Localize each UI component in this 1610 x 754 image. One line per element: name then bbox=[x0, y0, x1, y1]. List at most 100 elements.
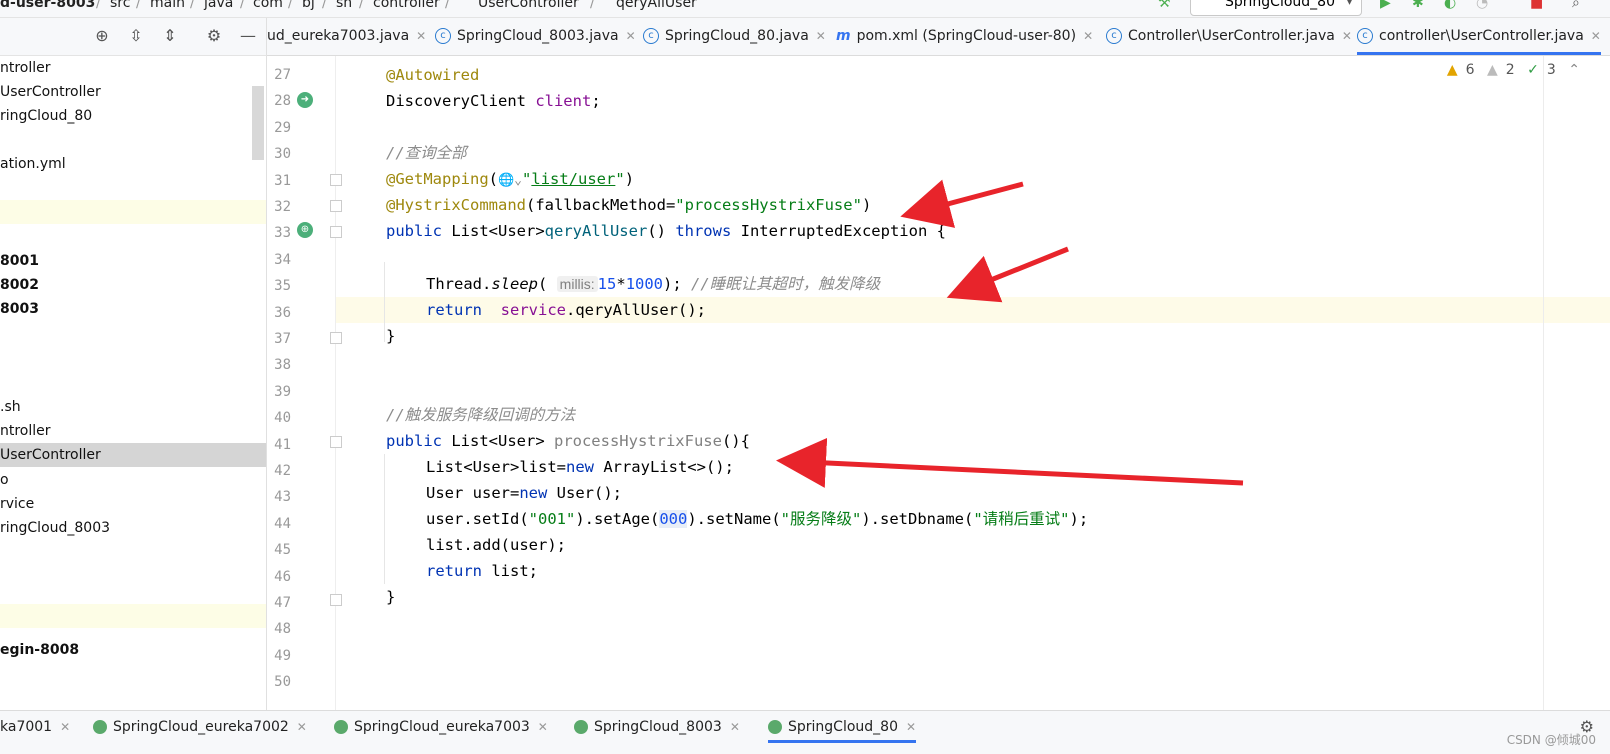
tree-item[interactable]: ringCloud_8003 bbox=[0, 516, 266, 540]
stop-icon[interactable]: ■ bbox=[1530, 0, 1543, 11]
breadcrumb-separator: / bbox=[96, 0, 101, 11]
code-line-35: Thread.sleep( millis: 15*1000); //睡眠让其超时，… bbox=[426, 275, 881, 293]
tab-eureka7003[interactable]: ud_eureka7003.java ✕ bbox=[267, 18, 426, 55]
close-icon[interactable]: ✕ bbox=[1591, 29, 1601, 43]
tree-scrollbar[interactable] bbox=[252, 86, 264, 160]
tree-item[interactable]: ntroller bbox=[0, 56, 266, 80]
expand-all-icon[interactable]: ⇳ bbox=[126, 26, 146, 46]
breadcrumb-separator: / bbox=[190, 0, 195, 11]
tree-item[interactable]: rvice bbox=[0, 492, 266, 516]
line-number: 46 bbox=[274, 568, 291, 585]
tree-item[interactable]: UserController bbox=[0, 80, 266, 104]
close-icon[interactable]: ✕ bbox=[1083, 29, 1093, 43]
close-icon[interactable]: ✕ bbox=[626, 29, 636, 43]
run-config-select[interactable]: SpringCloud_80 ▾ bbox=[1190, 0, 1362, 16]
line-number: 48 bbox=[274, 621, 291, 638]
breadcrumb-separator: / bbox=[240, 0, 245, 11]
tree-item[interactable]: .sh bbox=[0, 395, 266, 419]
globe-icon: 🌐⌄ bbox=[498, 173, 523, 188]
tree-item[interactable]: egin-8008 bbox=[0, 638, 266, 662]
debug-icon[interactable]: ✱ bbox=[1412, 0, 1424, 11]
hide-icon[interactable]: — bbox=[238, 26, 258, 46]
tab-controller-user-controller[interactable]: c Controller\UserController.java ✕ bbox=[1106, 18, 1352, 55]
tree-item[interactable]: ntroller bbox=[0, 419, 266, 443]
tree-item[interactable]: ringCloud_80 bbox=[0, 104, 266, 128]
tree-item[interactable]: 8001 bbox=[0, 249, 266, 273]
profile-icon[interactable]: ◔ bbox=[1476, 0, 1488, 11]
tab-pom[interactable]: m pom.xml (SpringCloud-user-80) ✕ bbox=[836, 18, 1093, 55]
run-config-label: SpringCloud_80 bbox=[1225, 0, 1335, 10]
tree-item-selected[interactable]: UserController bbox=[0, 443, 266, 467]
run-tab-eureka7002[interactable]: SpringCloud_eureka7002 ✕ bbox=[93, 711, 307, 743]
project-tree: ntroller UserController ringCloud_80 ati… bbox=[0, 56, 267, 710]
coverage-icon[interactable]: ◐ bbox=[1444, 0, 1456, 11]
breadcrumb-separator: / bbox=[136, 0, 141, 11]
tab-springcloud-80[interactable]: c SpringCloud_80.java ✕ bbox=[643, 18, 826, 55]
java-class-icon: c bbox=[1106, 28, 1122, 44]
endpoint-navigate-icon[interactable]: ⊕ bbox=[297, 222, 313, 238]
breadcrumb-bj[interactable]: bj bbox=[302, 0, 315, 11]
breadcrumb-controller[interactable]: controller bbox=[373, 0, 440, 11]
run-tab-80[interactable]: SpringCloud_80 ✕ bbox=[768, 711, 917, 743]
tab-label: controller\UserController.java bbox=[1379, 28, 1584, 44]
gear-icon[interactable]: ⚙ bbox=[204, 26, 224, 46]
line-number: 34 bbox=[274, 251, 291, 268]
breadcrumb-method[interactable]: qeryAllUser bbox=[616, 0, 697, 11]
spring-boot-icon bbox=[574, 720, 588, 734]
tree-highlight bbox=[0, 604, 266, 628]
close-icon[interactable]: ✕ bbox=[730, 720, 740, 734]
breadcrumb-java[interactable]: java bbox=[204, 0, 233, 11]
code-line-32: @HystrixCommand(fallbackMethod="processH… bbox=[386, 196, 872, 214]
breadcrumb-class[interactable]: UserController bbox=[478, 0, 579, 11]
search-icon[interactable]: ⌕ bbox=[1572, 0, 1580, 11]
breadcrumb-src[interactable]: src bbox=[110, 0, 130, 11]
tab-label: SpringCloud_8003.java bbox=[457, 28, 619, 44]
tree-item[interactable]: 8003 bbox=[0, 297, 266, 321]
close-icon[interactable]: ✕ bbox=[816, 29, 826, 43]
project-toolbar: ⊕ ⇳ ⇕ ⚙ — bbox=[0, 18, 267, 56]
line-gutter: 27 28 29 30 31 32 33 34 35 36 37 38 39 40 41 42 43 44 45 46… bbox=[267, 56, 369, 710]
close-icon[interactable]: ✕ bbox=[1342, 29, 1352, 43]
breadcrumb-com[interactable]: com bbox=[253, 0, 283, 11]
breadcrumb-main[interactable]: main bbox=[150, 0, 185, 11]
run-icon[interactable]: ▶ bbox=[1380, 0, 1391, 11]
build-icon[interactable]: ⚒ bbox=[1158, 0, 1171, 11]
run-tab-eureka7001[interactable]: ka7001 ✕ bbox=[0, 711, 70, 743]
tab-active-user-controller[interactable]: c controller\UserController.java ✕ bbox=[1357, 18, 1601, 55]
code-line-40: //触发服务降级回调的方法 bbox=[386, 406, 576, 424]
run-tab-8003[interactable]: SpringCloud_8003 ✕ bbox=[574, 711, 740, 743]
close-icon[interactable]: ✕ bbox=[60, 720, 70, 734]
run-tabs-bar: ka7001 ✕ SpringCloud_eureka7002 ✕ SpringCl… bbox=[0, 710, 1610, 754]
spring-boot-icon bbox=[93, 720, 107, 734]
param-hint: millis: bbox=[556, 276, 598, 292]
code-line-36: return service.qeryAllUser(); bbox=[426, 301, 706, 319]
run-tab-label: SpringCloud_eureka7003 bbox=[354, 719, 530, 735]
close-icon[interactable]: ✕ bbox=[416, 29, 426, 43]
editor-tabs: ud_eureka7003.java ✕ c SpringCloud_8003.ja… bbox=[267, 18, 1610, 56]
run-tab-label: SpringCloud_eureka7002 bbox=[113, 719, 289, 735]
code-line-30: //查询全部 bbox=[386, 144, 467, 162]
line-number: 27 bbox=[274, 67, 291, 83]
bean-navigate-icon[interactable]: ➜ bbox=[297, 92, 313, 108]
tree-highlight bbox=[0, 200, 266, 224]
close-icon[interactable]: ✕ bbox=[297, 720, 307, 734]
tab-label: SpringCloud_80.java bbox=[665, 28, 809, 44]
line-number: 35 bbox=[274, 278, 291, 295]
locate-icon[interactable]: ⊕ bbox=[92, 26, 112, 46]
code-line-46: return list; bbox=[426, 562, 538, 580]
code-editor[interactable]: ▲ 6 ▲ 2 ✓ 3 ⌃ @Autowired DiscoveryClient cl… bbox=[336, 56, 1610, 710]
tab-springcloud-8003[interactable]: c SpringCloud_8003.java ✕ bbox=[435, 18, 636, 55]
tree-item[interactable]: ation.yml bbox=[0, 152, 266, 176]
line-number: 29 bbox=[274, 119, 291, 136]
run-tab-eureka7003[interactable]: SpringCloud_eureka7003 ✕ bbox=[334, 711, 548, 743]
breadcrumb-module[interactable]: d-user-8003 bbox=[0, 0, 95, 11]
breadcrumb-sh[interactable]: sh bbox=[336, 0, 352, 11]
code-line-41: public List<User> processHystrixFuse(){ bbox=[386, 432, 750, 450]
tree-item[interactable]: 8002 bbox=[0, 273, 266, 297]
line-number: 30 bbox=[274, 146, 291, 163]
close-icon[interactable]: ✕ bbox=[906, 720, 916, 734]
close-icon[interactable]: ✕ bbox=[538, 720, 548, 734]
tree-item[interactable]: o bbox=[0, 468, 266, 492]
collapse-all-icon[interactable]: ⇕ bbox=[160, 26, 180, 46]
tab-label: Controller\UserController.java bbox=[1128, 28, 1335, 44]
